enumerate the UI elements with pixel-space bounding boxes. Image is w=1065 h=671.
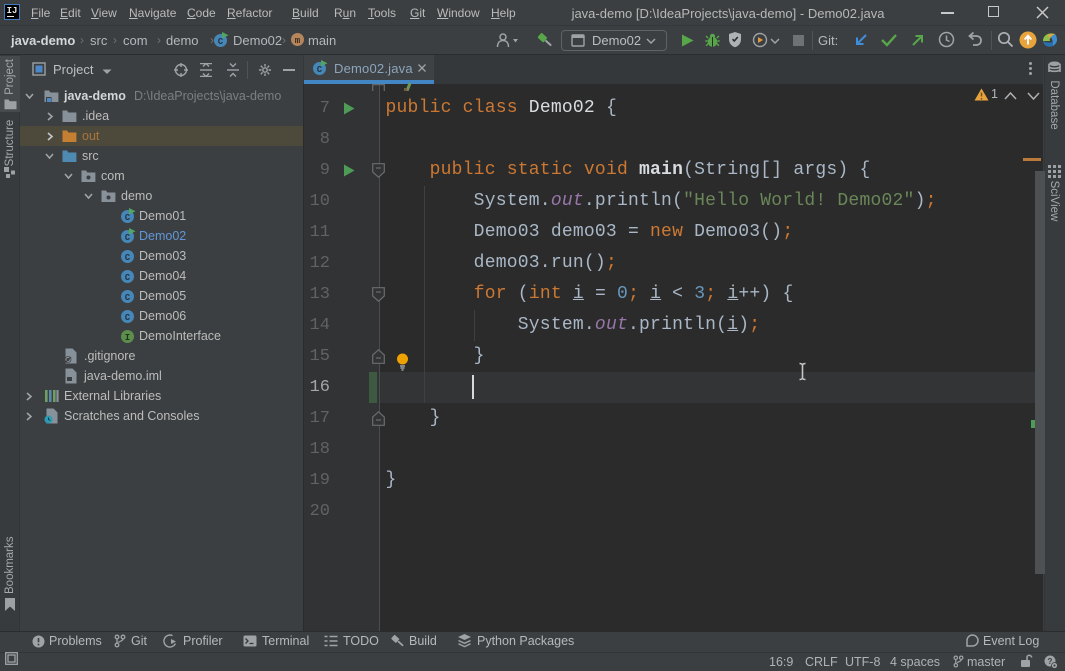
svg-text:C: C: [317, 65, 323, 75]
svg-text:C: C: [218, 37, 224, 47]
svg-text:m: m: [295, 36, 301, 46]
svg-text:I: I: [125, 333, 130, 343]
svg-text:C: C: [125, 213, 131, 223]
svg-text:C: C: [125, 273, 131, 283]
svg-text:C: C: [125, 313, 131, 323]
svg-text:C: C: [125, 253, 131, 263]
svg-text:C: C: [125, 293, 131, 303]
svg-text:C: C: [125, 233, 131, 243]
